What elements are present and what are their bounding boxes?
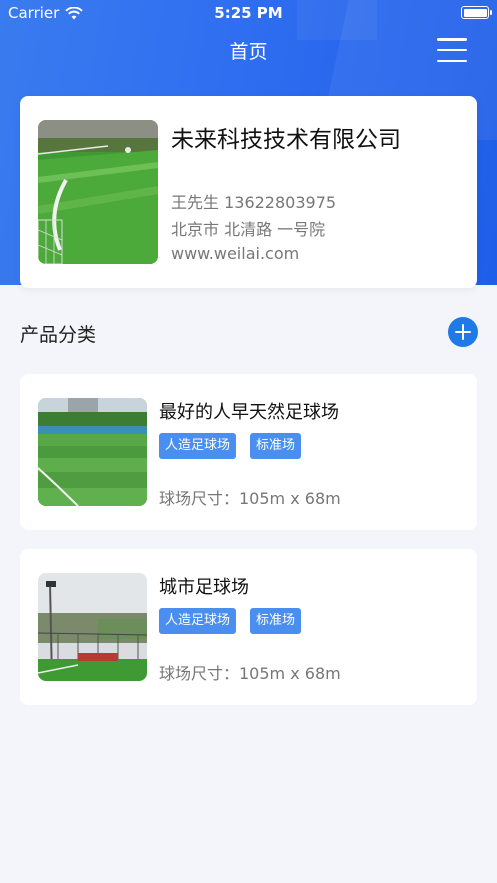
product-tag: 人造足球场 <box>159 433 237 459</box>
product-tag: 标准场 <box>250 433 302 459</box>
product-card[interactable]: 最好的人早天然足球场 人造足球场 标准场 球场尺寸：105m x 68m <box>20 374 477 530</box>
product-size: 球场尺寸：105m x 68m <box>159 489 341 508</box>
product-photo <box>38 573 147 681</box>
product-photo <box>38 398 147 506</box>
product-size: 球场尺寸：105m x 68m <box>159 664 341 683</box>
company-name: 未来科技技术有限公司 <box>171 127 401 153</box>
company-address: 北京市 北清路 一号院 <box>171 220 326 239</box>
product-title: 最好的人早天然足球场 <box>159 402 339 423</box>
company-website[interactable]: www.weilai.com <box>171 244 299 263</box>
battery-icon <box>461 6 492 19</box>
clock: 5:25 PM <box>214 4 283 22</box>
page-title: 首页 <box>229 41 268 63</box>
product-tag: 标准场 <box>250 608 302 634</box>
product-card[interactable]: 城市足球场 人造足球场 标准场 球场尺寸：105m x 68m <box>20 549 477 705</box>
product-tag: 人造足球场 <box>159 608 237 634</box>
company-contact: 王先生 13622803975 <box>171 193 337 212</box>
company-photo <box>38 120 158 264</box>
menu-icon[interactable] <box>437 38 467 62</box>
product-title: 城市足球场 <box>159 577 249 598</box>
company-card[interactable]: 未来科技技术有限公司 王先生 13622803975 北京市 北清路 一号院 w… <box>20 96 477 288</box>
status-bar: Carrier 5:25 PM <box>0 0 497 26</box>
add-icon[interactable] <box>448 317 478 347</box>
section-title: 产品分类 <box>20 324 97 346</box>
